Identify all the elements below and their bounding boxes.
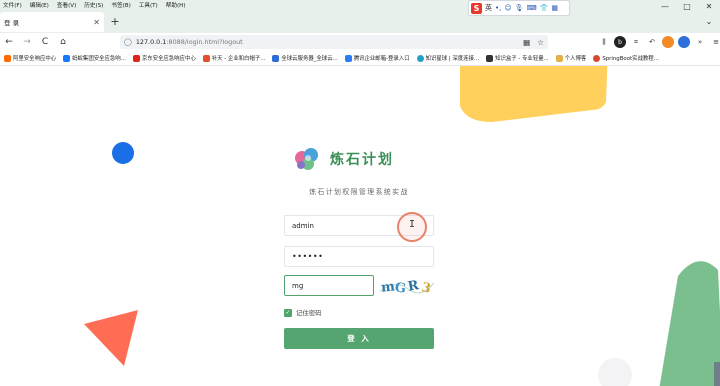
menu-file[interactable]: 文件(F)	[3, 1, 22, 9]
ime-mode-label[interactable]: 英	[485, 3, 492, 13]
faint-circle-decoration	[598, 358, 632, 386]
maximize-button[interactable]: □	[676, 0, 698, 12]
bookmark-item[interactable]: 腾讯企业邮箱-登录入口	[344, 54, 410, 62]
login-button[interactable]: 登 入	[284, 328, 434, 349]
ime-punct-icon[interactable]: •,	[495, 4, 501, 12]
bookmark-favicon-icon	[486, 54, 494, 62]
svg-text:3: 3	[420, 280, 432, 297]
bookmark-item[interactable]: 知识星球 | 深度连接...	[416, 54, 479, 62]
blue-circle-decoration	[112, 142, 134, 164]
toolbar-extensions: ⫼ b ⌗ ↶ » ≡	[598, 33, 720, 51]
bookmark-star-icon[interactable]: ☆	[537, 38, 544, 47]
bookmark-favicon-icon	[63, 54, 71, 62]
bookmarks-toolbar: 阿里安全响应中心 蚂蚁集团安全应急响... 京东安全应急响应中心 补天 - 企业…	[0, 51, 720, 66]
extension-b-icon[interactable]: b	[614, 36, 626, 48]
bookmark-item[interactable]: 蚂蚁集团安全应急响...	[63, 54, 126, 62]
bookmark-item[interactable]: 京东安全应急响应中心	[132, 54, 196, 62]
remember-password-label: 记住密码	[296, 309, 322, 317]
navigation-bar: ← → C ⌂ ◯ 127.0.0.1 :8088/login.html?log…	[0, 33, 720, 51]
ime-skin-icon[interactable]: 👕	[540, 4, 549, 12]
home-button[interactable]: ⌂	[54, 33, 72, 51]
brand-name: 炼石计划	[330, 152, 394, 168]
yellow-blob-decoration	[460, 66, 608, 122]
qr-code-icon[interactable]: ▦	[523, 38, 530, 47]
url-host: 127.0.0.1	[135, 38, 167, 46]
bookmark-favicon-icon	[202, 54, 210, 62]
bookmark-item[interactable]: 全球云服务器_全球云...	[272, 54, 338, 62]
library-icon[interactable]: ⫼	[598, 36, 610, 48]
menu-edit[interactable]: 编辑(E)	[30, 1, 49, 9]
bookmark-favicon-icon	[344, 54, 352, 62]
menu-bar: 文件(F) 编辑(E) 查看(V) 历史(S) 书签(B) 工具(T) 帮助(H…	[0, 0, 720, 9]
menu-history[interactable]: 历史(S)	[84, 1, 103, 9]
bookmark-favicon-icon	[272, 54, 280, 62]
extension-blue-icon[interactable]	[678, 36, 690, 48]
checkbox-checked-icon[interactable]: ✓	[284, 308, 292, 317]
menu-view[interactable]: 查看(V)	[57, 1, 76, 9]
menu-bookmarks[interactable]: 书签(B)	[111, 1, 130, 9]
green-shape-decoration	[659, 261, 720, 386]
captcha-image[interactable]: m G R 3	[378, 275, 436, 297]
reload-button[interactable]: C	[36, 33, 54, 51]
hamburger-menu-icon[interactable]: ≡	[710, 36, 720, 48]
svg-text:R: R	[407, 278, 420, 295]
bookmark-favicon-icon	[4, 54, 11, 62]
ime-logo-icon: S	[471, 2, 482, 14]
shield-icon[interactable]: ◯	[124, 38, 132, 46]
password-mask: ••••••	[292, 252, 324, 261]
extension-orange-icon[interactable]	[662, 36, 674, 48]
close-window-button[interactable]: ✕	[698, 0, 720, 12]
undo-icon[interactable]: ↶	[646, 36, 658, 48]
menu-tools[interactable]: 工具(T)	[139, 1, 158, 9]
tab-close-icon[interactable]: ✕	[93, 18, 100, 27]
taskbar-edge	[714, 362, 720, 386]
overflow-menu-icon[interactable]: »	[694, 36, 706, 48]
page-subtitle: 炼石计划权限管理系统实战	[309, 188, 409, 196]
address-bar-tools: ▦ ☆	[523, 35, 544, 49]
menu-help[interactable]: 帮助(H)	[166, 1, 186, 9]
svg-text:G: G	[394, 280, 407, 296]
bookmark-item[interactable]: 个人博客	[555, 54, 586, 62]
folder-icon	[555, 54, 563, 62]
ime-keyboard-icon[interactable]: ⌨	[527, 4, 537, 12]
back-button[interactable]: ←	[0, 33, 18, 51]
password-input[interactable]: ••••••	[284, 246, 434, 267]
bookmark-item[interactable]: 知识盒子 - 专业轻量...	[486, 54, 549, 62]
bookmark-favicon-icon	[593, 54, 601, 62]
bookmark-favicon-icon	[416, 54, 424, 62]
tab-title: 登 录	[4, 19, 20, 27]
browser-tab-active[interactable]: 登 录 ✕	[0, 12, 104, 32]
bookmark-favicon-icon	[132, 54, 140, 62]
text-cursor-icon: I	[409, 219, 416, 230]
brand-header: 炼石计划	[292, 144, 432, 174]
minimize-button[interactable]: —	[654, 0, 676, 12]
screenshot-icon[interactable]: ⌗	[630, 36, 642, 48]
ime-toolbar[interactable]: S 英 •, ☺ 🎙 ⌨ 👕 ▦	[468, 0, 570, 16]
new-tab-button[interactable]: +	[108, 14, 122, 30]
captcha-input[interactable]: mg	[284, 275, 374, 296]
url-path: :8088/login.html?logout	[166, 38, 243, 46]
remember-password-checkbox[interactable]: ✓ 记住密码	[284, 308, 322, 317]
ime-emoji-icon[interactable]: ☺	[504, 4, 511, 12]
tab-list-chevron-icon[interactable]: ⌄	[702, 14, 716, 30]
window-controls: — □ ✕	[654, 0, 720, 12]
ime-mic-icon[interactable]: 🎙	[515, 4, 524, 12]
bookmark-item[interactable]: SpringBoot实战教程...	[593, 54, 659, 62]
red-triangle-decoration	[84, 310, 138, 366]
brand-logo-icon	[295, 148, 318, 170]
browser-chrome: 文件(F) 编辑(E) 查看(V) 历史(S) 书签(B) 工具(T) 帮助(H…	[0, 0, 720, 66]
address-bar[interactable]: ◯ 127.0.0.1 :8088/login.html?logout ▦ ☆	[120, 35, 548, 49]
bookmark-item[interactable]: 阿里安全响应中心	[4, 54, 56, 62]
forward-button[interactable]: →	[18, 33, 36, 51]
login-page: 炼石计划 炼石计划权限管理系统实战 admin •••••• mg m G R …	[0, 66, 720, 386]
ime-grid-icon[interactable]: ▦	[551, 4, 558, 12]
bookmark-item[interactable]: 补天 - 企业和白帽子...	[202, 54, 265, 62]
